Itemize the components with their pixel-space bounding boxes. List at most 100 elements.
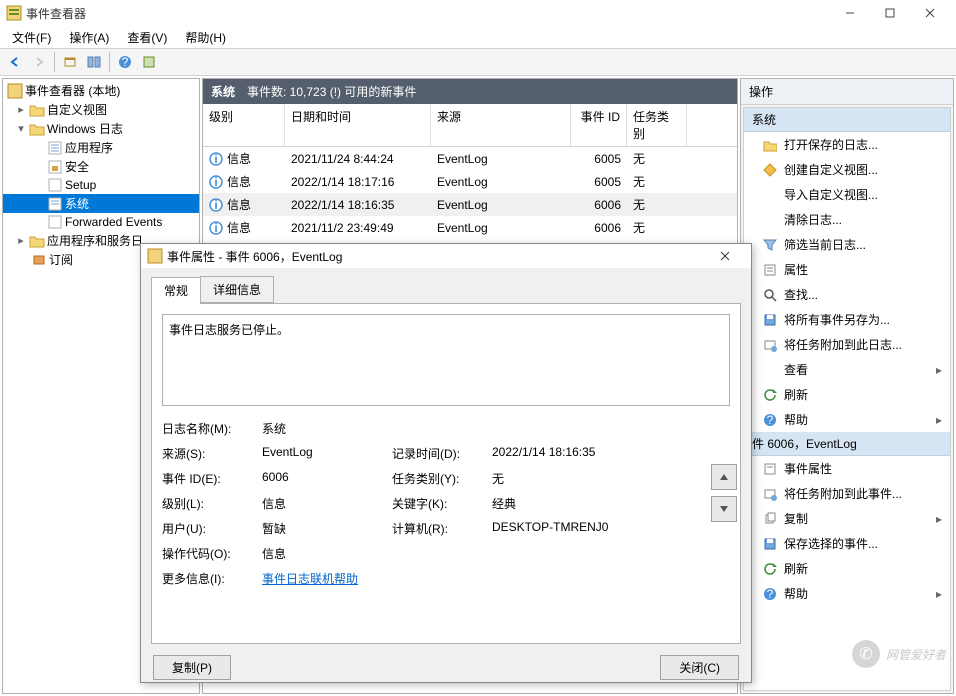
menu-view[interactable]: 查看(V) [119, 27, 175, 48]
svg-text:?: ? [122, 55, 129, 69]
val-taskcat: 无 [492, 470, 652, 487]
toolbar-btn-3[interactable] [138, 51, 160, 73]
col-level[interactable]: 级别 [203, 104, 285, 146]
action-item[interactable]: 查找... [744, 282, 950, 307]
action-group-system: 系统 [744, 108, 950, 132]
action-icon: ? [762, 586, 778, 602]
tab-details[interactable]: 详细信息 [200, 276, 274, 303]
window-title: 事件查看器 [26, 5, 830, 22]
tree-application[interactable]: 应用程序 [3, 138, 199, 157]
action-label: 将所有事件另存为... [784, 311, 890, 328]
action-label: 保存选择的事件... [784, 535, 878, 552]
col-id[interactable]: 事件 ID [571, 104, 627, 146]
val-logname: 系统 [262, 420, 652, 437]
collapse-icon[interactable]: ▾ [15, 122, 27, 135]
cell-task: 无 [627, 170, 687, 193]
event-viewer-icon [7, 83, 23, 99]
tree-custom-views[interactable]: ▸ 自定义视图 [3, 100, 199, 119]
copy-button[interactable]: 复制(P) [153, 655, 231, 680]
tree-forwarded[interactable]: Forwarded Events [3, 213, 199, 231]
tree-windows-logs[interactable]: ▾ Windows 日志 [3, 119, 199, 138]
tree-security[interactable]: 安全 [3, 157, 199, 176]
center-header: 系统 事件数: 10,723 (!) 可用的新事件 [203, 79, 737, 104]
action-item[interactable]: 将任务附加到此事件... [744, 481, 950, 506]
back-button[interactable] [4, 51, 26, 73]
action-item[interactable]: 事件属性 [744, 456, 950, 481]
action-icon [762, 561, 778, 577]
log-icon [47, 196, 63, 212]
tree-label: 订阅 [49, 251, 73, 268]
action-item[interactable]: 筛选当前日志... [744, 232, 950, 257]
action-label: 将任务附加到此日志... [784, 336, 902, 353]
action-icon [762, 262, 778, 278]
val-computer: DESKTOP-TMRENJ0 [492, 520, 652, 537]
event-row[interactable]: i信息2022/1/14 18:16:35EventLog6006无 [203, 193, 737, 216]
folder-icon [29, 102, 45, 118]
tab-general[interactable]: 常规 [151, 277, 201, 304]
col-source[interactable]: 来源 [431, 104, 571, 146]
log-icon [47, 159, 63, 175]
toolbar-btn-1[interactable] [59, 51, 81, 73]
more-info-link[interactable]: 事件日志联机帮助 [262, 572, 358, 586]
event-row[interactable]: i信息2021/11/24 8:44:24EventLog6005无 [203, 147, 737, 170]
svg-text:?: ? [767, 413, 774, 427]
action-item[interactable]: ?帮助▸ [744, 407, 950, 432]
svg-text:i: i [214, 175, 217, 189]
action-item[interactable]: 将所有事件另存为... [744, 307, 950, 332]
event-row[interactable]: i信息2021/11/2 23:49:49EventLog6006无 [203, 216, 737, 239]
close-button[interactable] [910, 2, 950, 24]
cell-date: 2022/1/14 18:17:16 [285, 170, 431, 193]
prev-event-button[interactable] [711, 464, 737, 490]
lbl-more: 更多信息(I): [162, 570, 262, 587]
action-item[interactable]: 查看▸ [744, 357, 950, 382]
tree-system[interactable]: 系统 [3, 194, 199, 213]
dialog-icon [147, 248, 163, 264]
info-icon: i [209, 175, 223, 189]
lbl-logname: 日志名称(M): [162, 420, 262, 437]
expand-icon[interactable]: ▸ [15, 103, 27, 116]
action-item[interactable]: 打开保存的日志... [744, 132, 950, 157]
event-description[interactable]: 事件日志服务已停止。 [162, 314, 730, 406]
svg-text:i: i [214, 198, 217, 212]
action-item[interactable]: 保存选择的事件... [744, 531, 950, 556]
action-item[interactable]: 创建自定义视图... [744, 157, 950, 182]
cell-level: 信息 [227, 196, 251, 213]
action-icon [762, 187, 778, 203]
cell-id: 6005 [571, 170, 627, 193]
tree-label: Windows 日志 [47, 120, 123, 137]
tree-label: Forwarded Events [65, 215, 162, 229]
forward-button[interactable] [28, 51, 50, 73]
maximize-button[interactable] [870, 2, 910, 24]
action-label: 属性 [784, 261, 808, 278]
actions-title: 操作 [741, 79, 953, 105]
action-item[interactable]: 将任务附加到此日志... [744, 332, 950, 357]
tree-setup[interactable]: Setup [3, 176, 199, 194]
next-event-button[interactable] [711, 496, 737, 522]
tree-root[interactable]: 事件查看器 (本地) [3, 81, 199, 100]
action-item[interactable]: 导入自定义视图... [744, 182, 950, 207]
action-label: 事件属性 [784, 460, 832, 477]
event-row[interactable]: i信息2022/1/14 18:17:16EventLog6005无 [203, 170, 737, 193]
col-task[interactable]: 任务类别 [627, 104, 687, 146]
action-label: 刷新 [784, 560, 808, 577]
log-name: 系统 [211, 83, 235, 100]
action-item[interactable]: 复制▸ [744, 506, 950, 531]
action-item[interactable]: ?帮助▸ [744, 581, 950, 606]
menu-file[interactable]: 文件(F) [4, 27, 59, 48]
action-item[interactable]: 清除日志... [744, 207, 950, 232]
action-item[interactable]: 刷新 [744, 556, 950, 581]
action-item[interactable]: 属性 [744, 257, 950, 282]
chevron-right-icon: ▸ [936, 587, 942, 601]
dialog-close-button[interactable] [705, 244, 745, 268]
action-item[interactable]: 刷新 [744, 382, 950, 407]
menu-help[interactable]: 帮助(H) [177, 27, 234, 48]
minimize-button[interactable] [830, 2, 870, 24]
close-button[interactable]: 关闭(C) [660, 655, 739, 680]
expand-icon[interactable]: ▸ [15, 234, 27, 247]
col-date[interactable]: 日期和时间 [285, 104, 431, 146]
help-button[interactable]: ? [114, 51, 136, 73]
cell-task: 无 [627, 193, 687, 216]
action-group-event: 件 6006，EventLog [744, 432, 950, 456]
menu-action[interactable]: 操作(A) [61, 27, 117, 48]
toolbar-btn-2[interactable] [83, 51, 105, 73]
